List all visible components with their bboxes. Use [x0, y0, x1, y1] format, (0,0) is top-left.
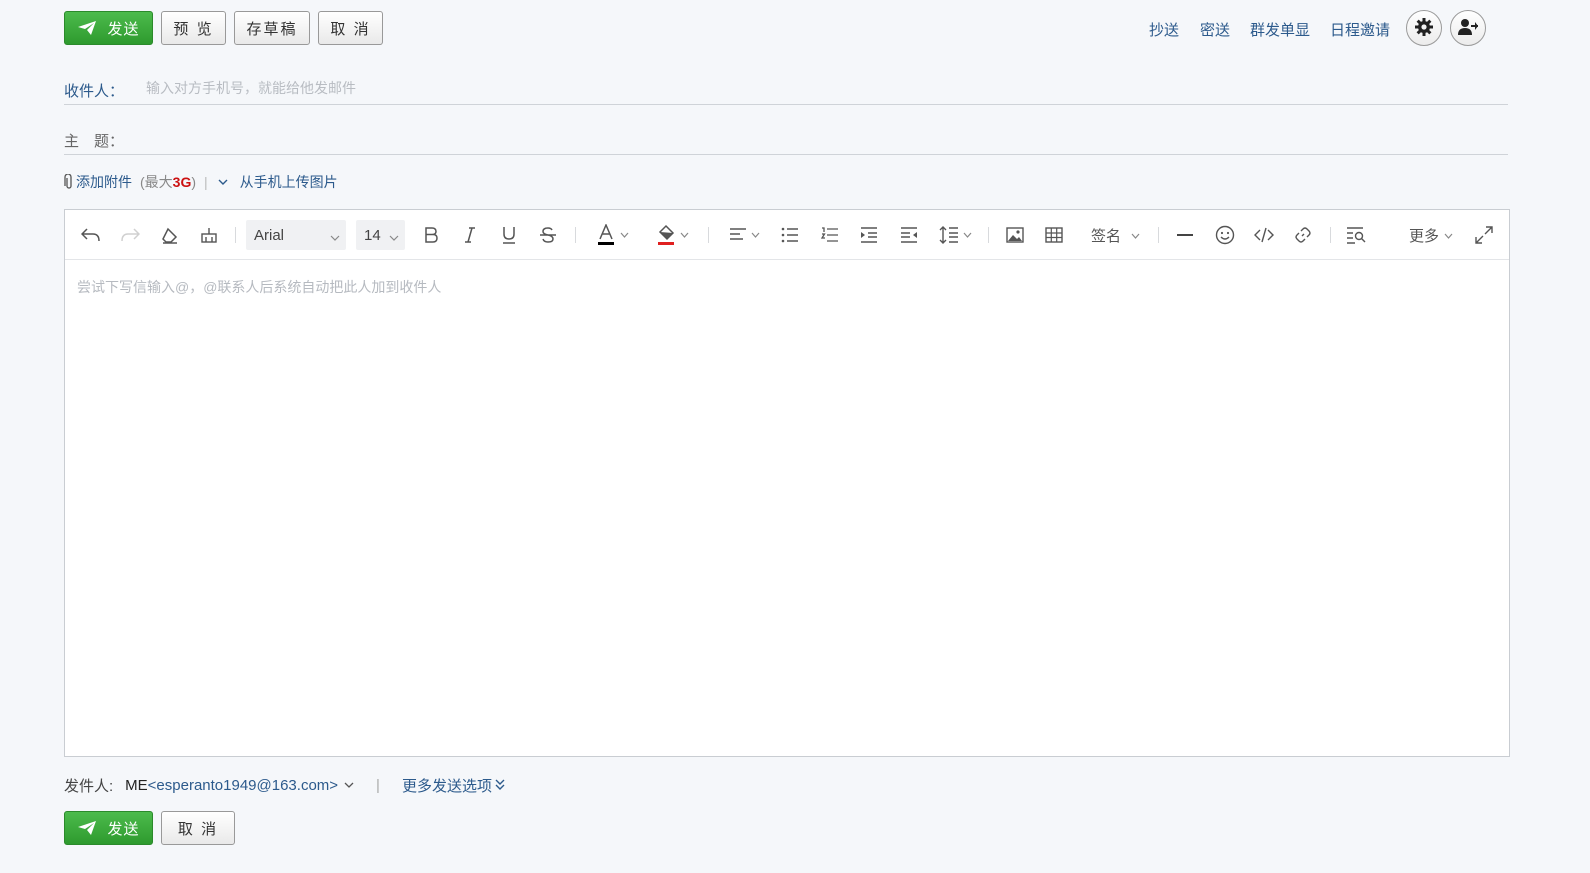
toolbar-divider [1158, 227, 1159, 243]
recipient-label[interactable]: 收件人： [64, 80, 124, 101]
font-family-value: Arial [254, 226, 285, 244]
highlight-color-button[interactable] [650, 223, 694, 247]
toolbar-divider [988, 227, 989, 243]
bold-icon[interactable] [419, 223, 443, 247]
chevron-down-icon [751, 232, 760, 238]
send-label: 发送 [107, 820, 140, 838]
attachment-limit-value: 3G [172, 174, 192, 190]
attachment-limit-prefix: (最大 [140, 174, 173, 190]
attachment-row: 添加附件 (最大 3G ) | 从手机上传图片 [64, 171, 338, 193]
send-label: 发送 [107, 20, 140, 38]
group-send-link[interactable]: 群发单显 [1250, 19, 1310, 40]
settings-button[interactable] [1406, 10, 1442, 46]
more-label: 更多 [1409, 228, 1440, 245]
attachment-limit-suffix: ) [191, 174, 197, 190]
chevron-down-icon [680, 232, 689, 238]
emoji-icon[interactable] [1213, 223, 1237, 247]
redo-icon[interactable] [118, 223, 142, 247]
sender-name: ME [125, 776, 148, 794]
recipient-row: 收件人： [64, 75, 1508, 105]
sender-separator: | [376, 776, 380, 794]
format-painter-icon[interactable] [197, 223, 221, 247]
paper-plane-icon [77, 820, 97, 836]
line-height-icon [939, 226, 959, 244]
chevron-down-icon [344, 781, 354, 789]
add-user-icon [1457, 17, 1479, 40]
line-height-button[interactable] [936, 223, 974, 247]
indent-icon[interactable] [857, 223, 881, 247]
preview-button[interactable]: 预 览 [161, 11, 226, 45]
sender-email: <esperanto1949@163.com> [147, 776, 339, 794]
outdent-icon[interactable] [897, 223, 921, 247]
recipient-input[interactable] [146, 75, 1446, 101]
bullet-list-icon[interactable] [778, 223, 802, 247]
underline-icon[interactable] [497, 223, 521, 247]
highlight-color-icon [656, 224, 676, 246]
font-size-value: 14 [364, 226, 381, 244]
numbered-list-icon[interactable] [818, 223, 842, 247]
more-dropdown[interactable]: 更多 [1409, 225, 1453, 246]
save-draft-button[interactable]: 存草稿 [234, 11, 310, 45]
chevron-down-icon [1444, 233, 1453, 239]
paper-plane-icon [77, 20, 97, 36]
eraser-icon[interactable] [158, 223, 182, 247]
chevron-down-icon [963, 232, 972, 238]
horizontal-rule-icon[interactable] [1173, 223, 1197, 247]
image-icon[interactable] [1003, 223, 1027, 247]
cancel-button[interactable]: 取 消 [318, 11, 383, 45]
chevron-down-icon [330, 229, 340, 246]
chevron-down-icon [389, 229, 399, 246]
sender-label: 发件人: [64, 777, 114, 795]
toolbar-divider [1330, 227, 1331, 243]
italic-icon[interactable] [458, 223, 482, 247]
signature-dropdown[interactable]: 签名 [1091, 225, 1140, 246]
editor-body[interactable]: 尝试下写信输入@，@联系人后系统自动把此人加到收件人 [65, 261, 1509, 756]
chevron-down-icon [620, 232, 629, 238]
font-family-select[interactable]: Arial [246, 220, 346, 250]
align-button[interactable] [725, 223, 763, 247]
bottom-cancel-button[interactable]: 取 消 [161, 811, 235, 845]
font-color-button[interactable] [590, 223, 634, 247]
add-attachment-link[interactable]: 添加附件 [76, 172, 132, 192]
paperclip-icon [64, 174, 74, 190]
chevron-down-icon [1131, 233, 1140, 239]
add-contact-button[interactable] [1450, 10, 1486, 46]
subject-input[interactable] [146, 125, 1446, 151]
bottom-send-button[interactable]: 发送 [64, 811, 153, 845]
sender-row: 发件人: ME <esperanto1949@163.com> | 更多发送选项 [64, 774, 505, 796]
code-icon[interactable] [1252, 223, 1276, 247]
editor-toolbar: Arial 14 签名 更多 [65, 210, 1509, 260]
font-size-select[interactable]: 14 [356, 220, 405, 250]
more-send-options-link[interactable]: 更多发送选项 [402, 775, 505, 796]
cc-link[interactable]: 抄送 [1149, 19, 1179, 40]
attachment-separator: | [204, 174, 208, 190]
rich-text-editor: Arial 14 签名 更多 尝试下写信输入@，@联系人后系统自动把此人加到收件… [64, 209, 1510, 757]
more-send-options-label: 更多发送选项 [401, 777, 492, 795]
fullscreen-icon[interactable] [1472, 223, 1496, 247]
align-left-icon [729, 227, 747, 243]
subject-row: 主 题： [64, 125, 1508, 155]
calendar-invite-link[interactable]: 日程邀请 [1330, 19, 1390, 40]
send-button[interactable]: 发送 [64, 11, 153, 45]
strikethrough-icon[interactable] [536, 223, 560, 247]
toolbar-divider [708, 227, 709, 243]
undo-icon[interactable] [79, 223, 103, 247]
table-icon[interactable] [1042, 223, 1066, 247]
find-replace-icon[interactable] [1344, 223, 1368, 247]
upload-from-phone-link[interactable]: 从手机上传图片 [240, 172, 338, 192]
sender-select[interactable]: ME <esperanto1949@163.com> [125, 777, 354, 794]
font-color-icon [596, 224, 616, 246]
bcc-link[interactable]: 密送 [1200, 19, 1230, 40]
attachment-dropdown-chevron-icon[interactable] [218, 178, 228, 186]
editor-placeholder: 尝试下写信输入@，@联系人后系统自动把此人加到收件人 [77, 279, 442, 295]
double-chevron-down-icon [495, 779, 505, 791]
toolbar-divider [235, 227, 236, 243]
link-icon[interactable] [1291, 223, 1315, 247]
subject-label: 主 题： [64, 133, 125, 150]
gear-icon [1414, 17, 1434, 40]
toolbar-divider [575, 227, 576, 243]
signature-label: 签名 [1091, 228, 1122, 245]
